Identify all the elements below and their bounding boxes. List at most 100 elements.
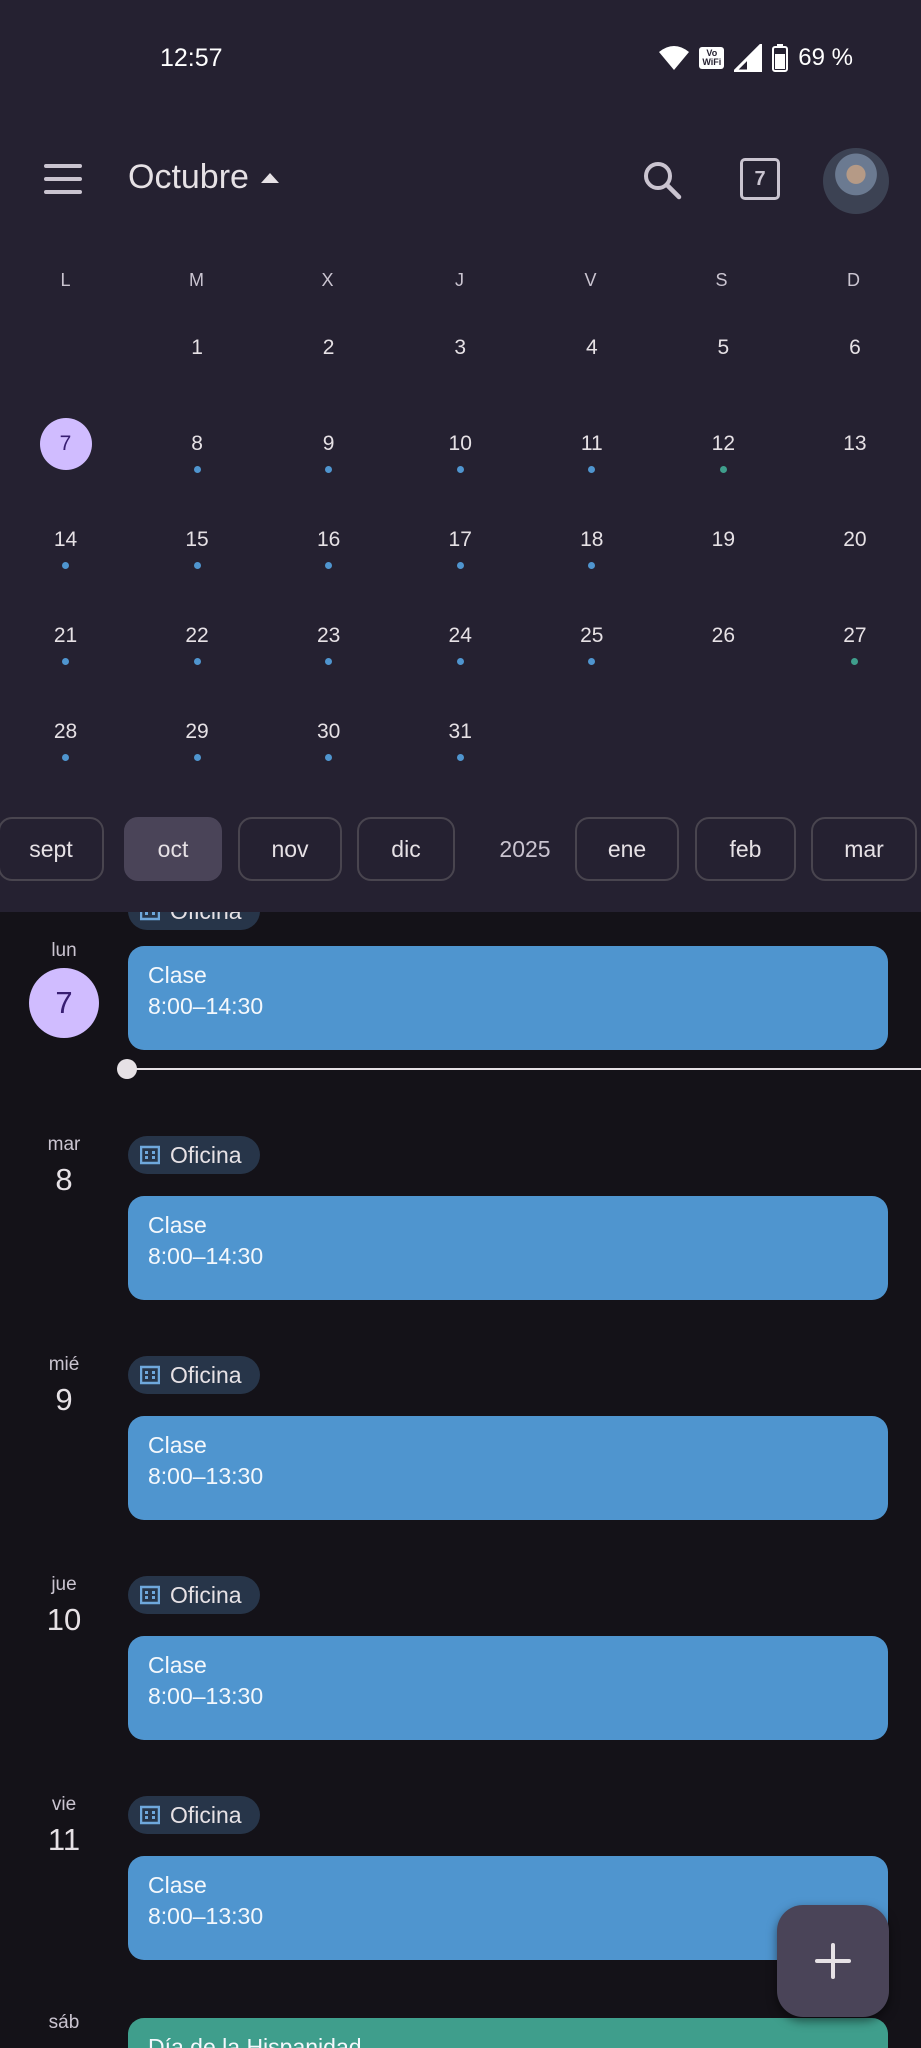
event-card[interactable]: Clase 8:00–13:30	[128, 1856, 888, 1960]
office-location-chip[interactable]: Oficina	[128, 912, 260, 930]
office-chip-label: Oficina	[170, 1141, 242, 1168]
calendar-day-cell[interactable]: 15	[132, 514, 263, 606]
status-icons: Vo WiFi 69 %	[659, 42, 853, 74]
calendar-day-cell[interactable]: 21	[0, 610, 131, 702]
avatar[interactable]	[823, 148, 889, 214]
calendar-day-cell[interactable]: 18	[526, 514, 657, 606]
event-time: 8:00–13:30	[148, 1463, 264, 1489]
app-bar: Octubre 7	[0, 140, 921, 220]
event-card[interactable]: Día de la Hispanidad	[128, 2018, 888, 2048]
calendar-day-number: 5	[717, 336, 730, 359]
calendar-day-number: 21	[53, 624, 78, 647]
search-icon[interactable]	[640, 158, 684, 202]
calendar-day-cell[interactable]: 12	[658, 418, 789, 510]
day-number[interactable]: 8	[20, 1162, 108, 1198]
day-abbr: mar	[47, 1134, 81, 1155]
calendar-day-cell[interactable]: 30	[263, 706, 394, 798]
calendar-day-cell[interactable]: 16	[263, 514, 394, 606]
event-card[interactable]: Clase 8:00–13:30	[128, 1636, 888, 1740]
calendar-day-cell[interactable]: 1	[132, 322, 263, 414]
event-card[interactable]: Clase 8:00–13:30	[128, 1416, 888, 1520]
office-location-chip[interactable]: Oficina	[128, 1576, 260, 1614]
cell-signal-icon	[734, 44, 763, 72]
event-card[interactable]: Clase 8:00–14:30	[128, 946, 888, 1050]
month-selector[interactable]: Octubre	[128, 158, 279, 197]
weekday-label: L	[60, 270, 71, 290]
calendar-day-cell[interactable]: 20	[789, 514, 920, 606]
chip-month[interactable]: oct	[124, 817, 222, 881]
building-icon	[140, 1365, 160, 1385]
vowifi-bottom: WiFi	[702, 57, 722, 67]
office-location-chip[interactable]: Oficina	[128, 1356, 260, 1394]
calendar-day-cell	[0, 322, 131, 414]
day-number[interactable]: 9	[20, 1382, 108, 1418]
chip-month[interactable]: feb	[695, 817, 796, 881]
chip-month[interactable]: nov	[238, 817, 342, 881]
event-card[interactable]: Clase 8:00–14:30	[128, 1196, 888, 1300]
calendar-day-cell[interactable]: 27	[789, 610, 920, 702]
calendar-day-cell[interactable]: 6	[789, 322, 920, 414]
calendar-day-number: 7	[39, 418, 92, 470]
office-location-chip[interactable]: Oficina	[128, 1136, 260, 1174]
day-number[interactable]: 10	[20, 1602, 108, 1638]
calendar-day-number: 24	[448, 624, 472, 647]
agenda-list: Oficina lun 7 Clase 8:00–14:30 mar 8 Ofi…	[0, 912, 921, 2048]
calendar-day-cell[interactable]: 17	[395, 514, 526, 606]
calendar-day-cell[interactable]: 31	[395, 706, 526, 798]
calendar-day-cell[interactable]: 13	[789, 418, 920, 510]
day-number[interactable]: 11	[20, 1822, 108, 1858]
building-icon	[140, 1805, 160, 1825]
calendar-day-number: 23	[316, 624, 341, 647]
event-indicator-dot	[851, 658, 859, 665]
event-indicator-dot	[193, 562, 201, 569]
create-event-button[interactable]	[777, 1905, 889, 2017]
calendar-day-cell[interactable]: 5	[658, 322, 789, 414]
calendar-day-cell[interactable]: 24	[395, 610, 526, 702]
calendar-day-cell[interactable]: 19	[658, 514, 789, 606]
wifi-icon	[659, 46, 690, 70]
calendar-day-cell[interactable]: 22	[132, 610, 263, 702]
menu-icon[interactable]	[44, 164, 82, 194]
calendar-day-cell[interactable]: 28	[0, 706, 131, 798]
event-indicator-dot	[719, 466, 727, 473]
chip-month[interactable]: sept	[0, 817, 104, 881]
event-indicator-dot	[588, 466, 596, 473]
calendar-day-cell[interactable]: 26	[658, 610, 789, 702]
event-indicator-dot	[62, 658, 69, 665]
calendar-day-number: 16	[316, 528, 341, 551]
chip-month[interactable]: mar	[811, 817, 917, 881]
calendar-day-cell[interactable]: 2	[263, 322, 394, 414]
office-location-chip[interactable]: Oficina	[128, 1796, 260, 1834]
office-chip-label: Oficina	[170, 912, 242, 925]
calendar-day-number: 12	[711, 432, 736, 455]
office-chip-label: Oficina	[170, 1581, 242, 1608]
day-number[interactable]: 7	[29, 968, 99, 1038]
calendar-day-cell[interactable]: 14	[0, 514, 131, 606]
calendar-day-cell[interactable]: 29	[132, 706, 263, 798]
chip-month[interactable]: ene	[575, 817, 679, 881]
event-indicator-dot	[62, 754, 69, 761]
today-number: 7	[754, 167, 766, 190]
chip-month[interactable]: dic	[357, 817, 455, 881]
calendar-day-number: 10	[448, 432, 472, 455]
calendar-day-number	[566, 706, 618, 758]
calendar-day-cell[interactable]: 25	[526, 610, 657, 702]
calendar-day-cell[interactable]: 11	[526, 418, 657, 510]
event-indicator-dot	[193, 466, 201, 473]
event-title: Clase	[148, 1432, 207, 1458]
calendar-day-cell[interactable]: 3	[395, 322, 526, 414]
calendar-day-number: 19	[711, 528, 736, 551]
status-bar: 12:57 Vo WiFi 69 %	[0, 0, 921, 116]
event-indicator-dot	[588, 658, 596, 665]
today-button[interactable]: 7	[740, 158, 780, 200]
calendar-day-cell[interactable]: 23	[263, 610, 394, 702]
agenda-day-label: mié 9	[20, 1354, 108, 1418]
agenda-day-label: jue 10	[20, 1574, 108, 1638]
calendar-day-cell[interactable]: 10	[395, 418, 526, 510]
calendar-day-cell[interactable]: 8	[132, 418, 263, 510]
calendar-day-cell[interactable]: 7	[0, 418, 131, 510]
calendar-day-number: 22	[185, 624, 209, 647]
event-title: Clase	[148, 1652, 207, 1678]
calendar-day-cell[interactable]: 9	[263, 418, 394, 510]
calendar-day-cell[interactable]: 4	[526, 322, 657, 414]
